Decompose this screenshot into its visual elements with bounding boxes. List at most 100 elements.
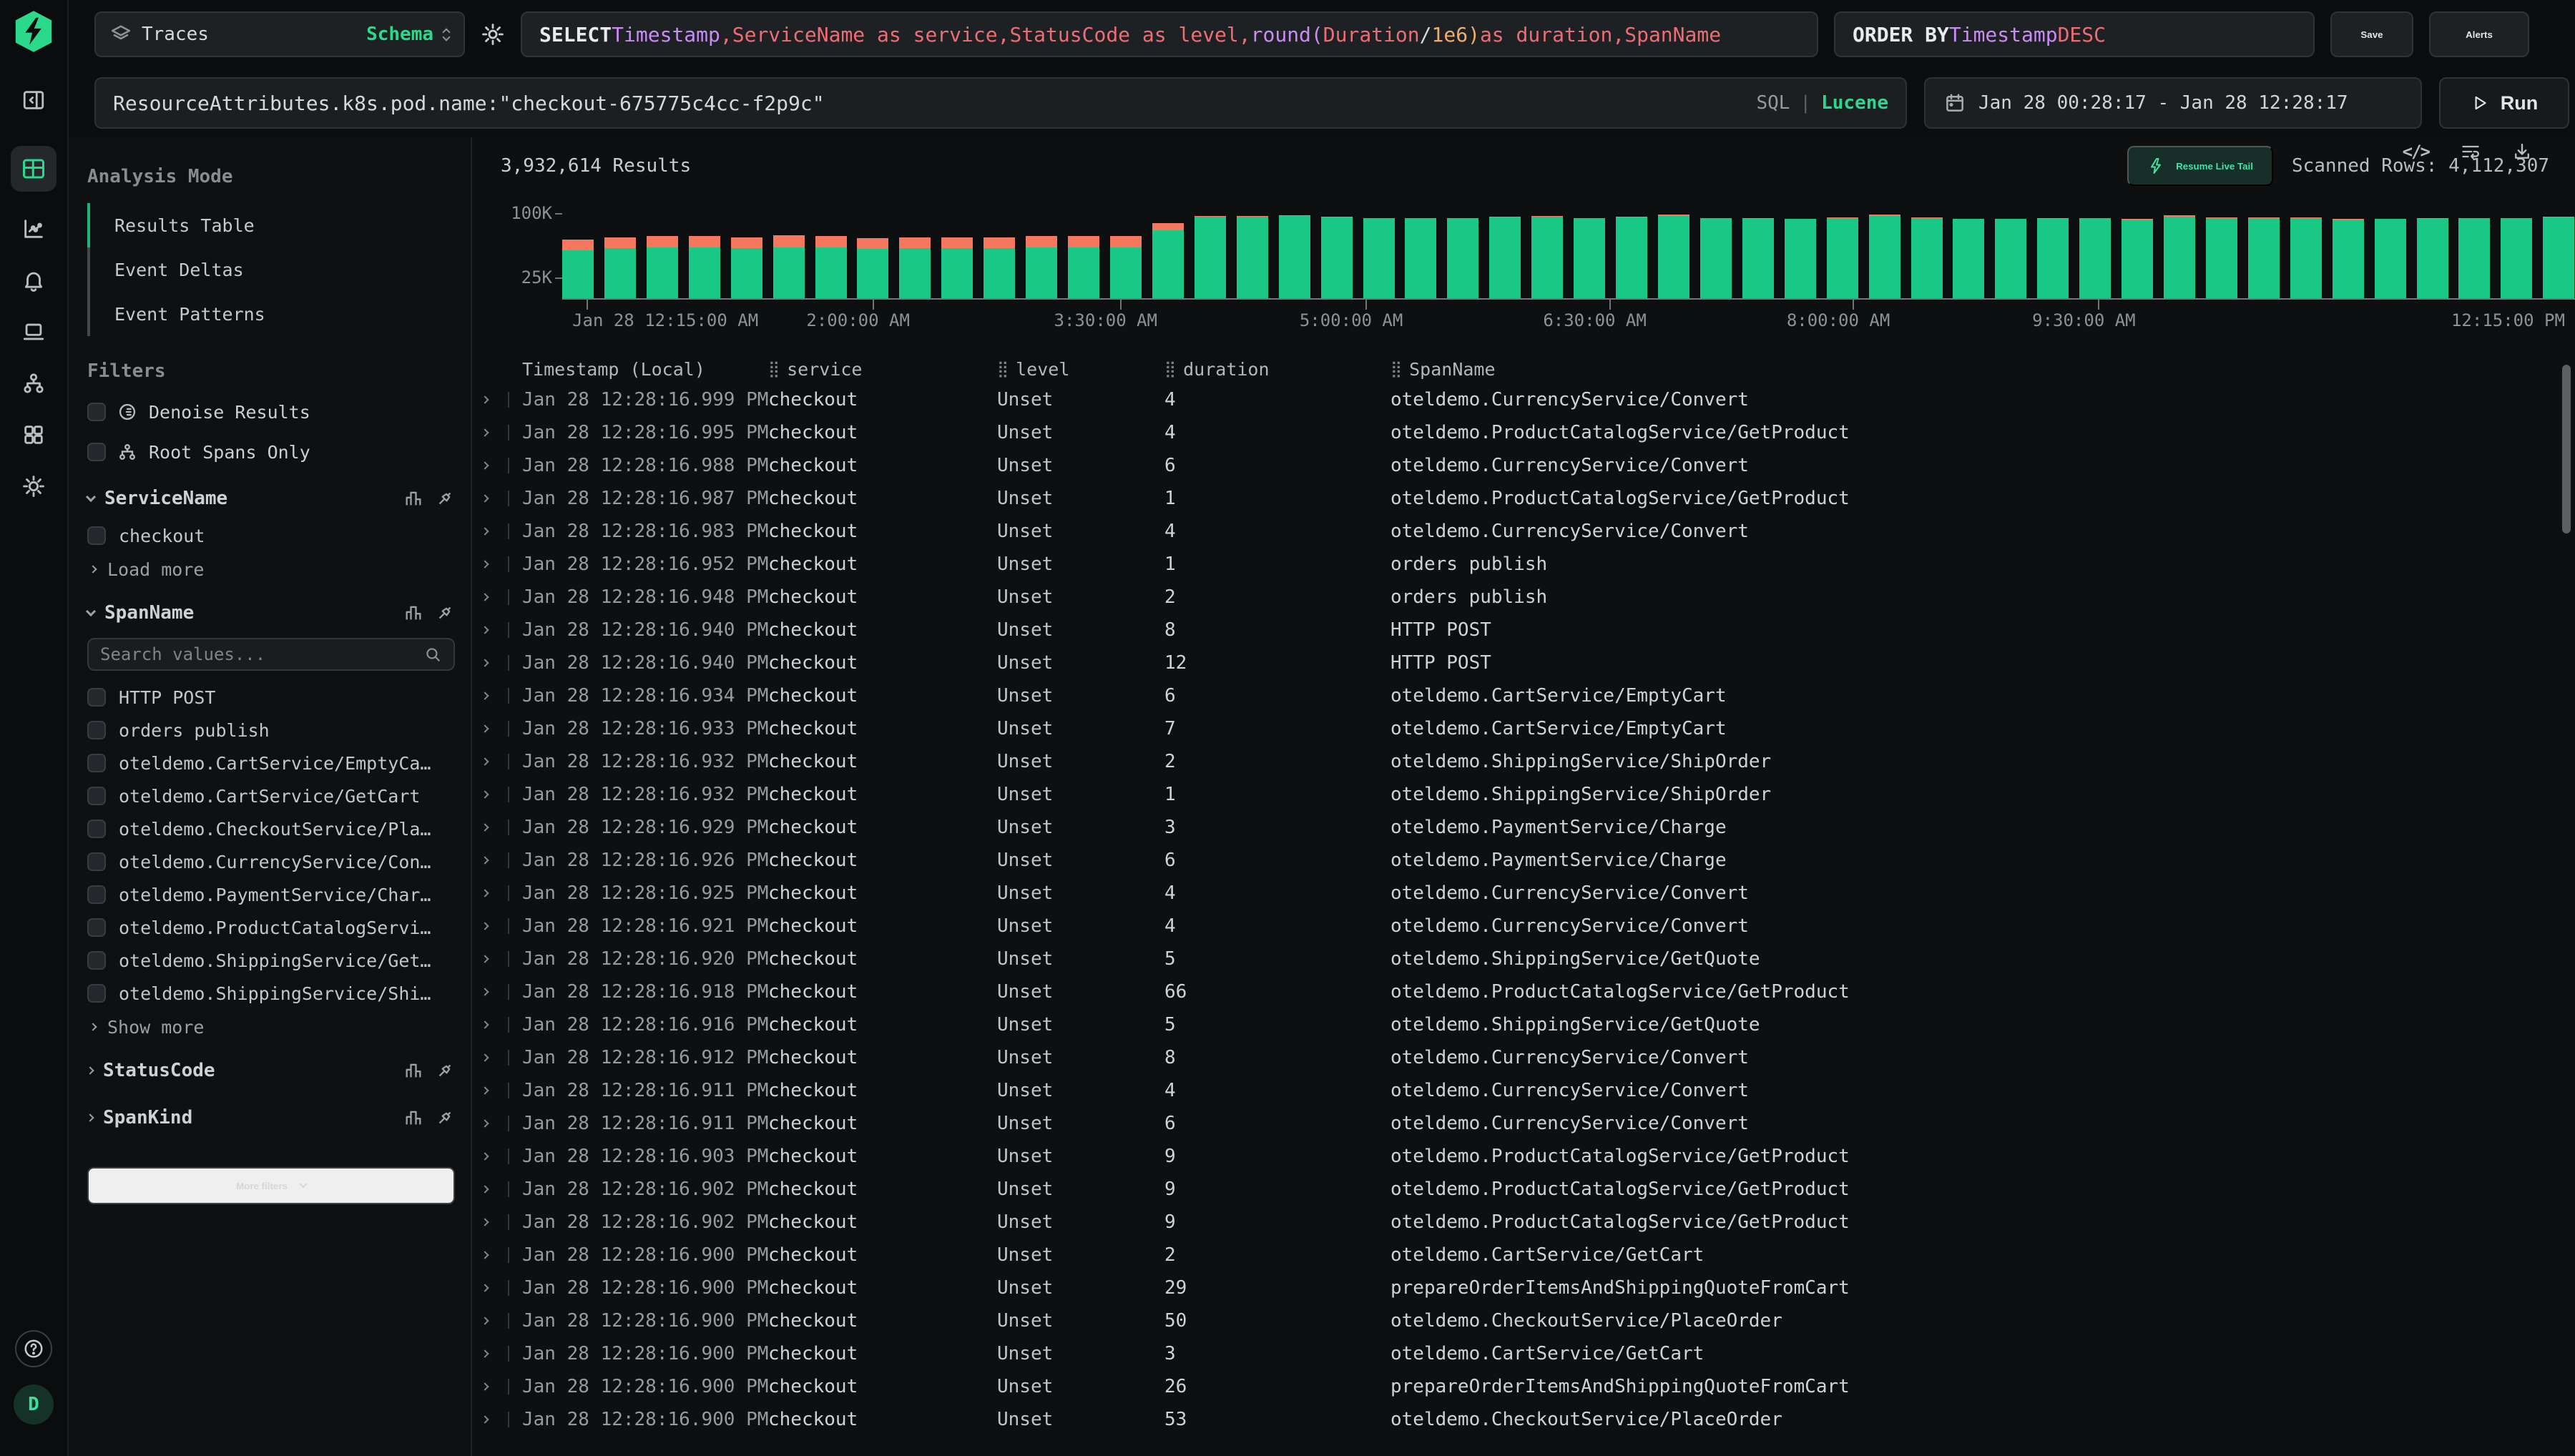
expand-chevron-icon[interactable] bbox=[481, 790, 489, 798]
table-row[interactable]: Jan 28 12:28:16.916 PMcheckoutUnset5otel… bbox=[472, 1008, 2575, 1041]
sidebar-item-sessions[interactable] bbox=[11, 312, 57, 352]
row-expand-cell[interactable] bbox=[472, 943, 516, 975]
row-expand-cell[interactable] bbox=[472, 1271, 516, 1304]
section-statuscode-header[interactable]: StatusCode bbox=[87, 1050, 455, 1091]
drag-handle-icon[interactable]: ⣿ bbox=[997, 360, 1009, 378]
checkbox[interactable] bbox=[87, 918, 106, 937]
spanname-value-row[interactable]: oteldemo.CartService/EmptyCa… bbox=[87, 747, 455, 779]
source-selector[interactable]: Traces Schema bbox=[94, 11, 465, 57]
expand-chevron-icon[interactable] bbox=[481, 823, 489, 831]
spanname-value-row[interactable]: oteldemo.PaymentService/Char… bbox=[87, 878, 455, 911]
drag-handle-icon[interactable]: ⣿ bbox=[768, 360, 780, 378]
row-expand-cell[interactable] bbox=[472, 1239, 516, 1271]
table-row[interactable]: Jan 28 12:28:16.921 PMcheckoutUnset4otel… bbox=[472, 910, 2575, 943]
expand-chevron-icon[interactable] bbox=[481, 1152, 489, 1160]
save-button[interactable]: Save bbox=[2330, 11, 2413, 57]
spanname-value-row[interactable]: oteldemo.ShippingService/Shi… bbox=[87, 977, 455, 1010]
row-expand-cell[interactable] bbox=[472, 745, 516, 778]
row-expand-cell[interactable] bbox=[472, 1107, 516, 1140]
table-row[interactable]: Jan 28 12:28:16.948 PMcheckoutUnset2orde… bbox=[472, 581, 2575, 614]
analysis-mode-item[interactable]: Results Table bbox=[87, 203, 455, 247]
row-expand-cell[interactable] bbox=[472, 449, 516, 482]
expand-chevron-icon[interactable] bbox=[481, 1185, 489, 1193]
table-row[interactable]: Jan 28 12:28:16.940 PMcheckoutUnset8HTTP… bbox=[472, 614, 2575, 646]
table-row[interactable]: Jan 28 12:28:16.932 PMcheckoutUnset2otel… bbox=[472, 745, 2575, 778]
expand-chevron-icon[interactable] bbox=[481, 889, 489, 897]
table-row[interactable]: Jan 28 12:28:16.952 PMcheckoutUnset1orde… bbox=[472, 548, 2575, 581]
resume-live-tail-button[interactable]: Resume Live Tail bbox=[2127, 146, 2273, 186]
table-row[interactable]: Jan 28 12:28:16.900 PMcheckoutUnset53ote… bbox=[472, 1403, 2575, 1436]
pin-icon[interactable] bbox=[435, 603, 455, 623]
spanname-value-row[interactable]: HTTP POST bbox=[87, 681, 455, 714]
row-expand-cell[interactable] bbox=[472, 1206, 516, 1239]
analysis-mode-item[interactable]: Event Patterns bbox=[87, 292, 455, 336]
checkbox[interactable] bbox=[87, 443, 106, 461]
table-row[interactable]: Jan 28 12:28:16.920 PMcheckoutUnset5otel… bbox=[472, 943, 2575, 975]
app-logo-icon[interactable] bbox=[13, 10, 54, 53]
spanname-value-row[interactable]: orders publish bbox=[87, 714, 455, 747]
table-row[interactable]: Jan 28 12:28:16.999 PMcheckoutUnset4otel… bbox=[472, 383, 2575, 416]
schema-mode-label[interactable]: Schema bbox=[366, 24, 433, 45]
drag-handle-icon[interactable]: ⣿ bbox=[1390, 360, 1402, 378]
row-expand-cell[interactable] bbox=[472, 1304, 516, 1337]
expand-chevron-icon[interactable] bbox=[481, 1218, 489, 1226]
table-row[interactable]: Jan 28 12:28:16.987 PMcheckoutUnset1otel… bbox=[472, 482, 2575, 515]
spanname-value-row[interactable]: oteldemo.CartService/GetCart bbox=[87, 779, 455, 812]
table-row[interactable]: Jan 28 12:28:16.983 PMcheckoutUnset4otel… bbox=[472, 515, 2575, 548]
bar-chart-icon[interactable] bbox=[403, 488, 423, 508]
bar-chart-icon[interactable] bbox=[403, 603, 423, 623]
pin-icon[interactable] bbox=[435, 1108, 455, 1128]
sidebar-item-service-map[interactable] bbox=[11, 363, 57, 403]
section-servicename-header[interactable]: ServiceName bbox=[87, 478, 455, 519]
table-row[interactable]: Jan 28 12:28:16.900 PMcheckoutUnset50ote… bbox=[472, 1304, 2575, 1337]
servicename-value-row[interactable]: checkout bbox=[87, 519, 455, 552]
sql-select-editor[interactable]: SELECT Timestamp, ServiceName as service… bbox=[521, 11, 1818, 57]
expand-chevron-icon[interactable] bbox=[481, 922, 489, 930]
table-row[interactable]: Jan 28 12:28:16.995 PMcheckoutUnset4otel… bbox=[472, 416, 2575, 449]
checkbox[interactable] bbox=[87, 984, 106, 1003]
sidebar-item-chart-explorer[interactable] bbox=[11, 209, 57, 249]
bar-chart-icon[interactable] bbox=[403, 1108, 423, 1128]
expand-chevron-icon[interactable] bbox=[481, 1349, 489, 1357]
row-expand-cell[interactable] bbox=[472, 581, 516, 614]
checkbox[interactable] bbox=[87, 754, 106, 772]
drag-handle-icon[interactable]: ⣿ bbox=[1164, 360, 1176, 378]
date-range-picker[interactable]: Jan 28 00:28:17 - Jan 28 12:28:17 bbox=[1924, 77, 2422, 129]
table-row[interactable]: Jan 28 12:28:16.911 PMcheckoutUnset4otel… bbox=[472, 1074, 2575, 1107]
row-expand-cell[interactable] bbox=[472, 712, 516, 745]
table-row[interactable]: Jan 28 12:28:16.903 PMcheckoutUnset9otel… bbox=[472, 1140, 2575, 1173]
column-header-spanname[interactable]: ⣿SpanName bbox=[1385, 359, 2575, 380]
language-toggle[interactable]: SQL | Lucene bbox=[1756, 92, 1888, 114]
sidebar-item-dashboards[interactable] bbox=[11, 415, 57, 455]
alerts-button[interactable]: Alerts bbox=[2429, 11, 2529, 57]
checkbox[interactable] bbox=[87, 688, 106, 707]
expand-chevron-icon[interactable] bbox=[481, 856, 489, 864]
row-expand-cell[interactable] bbox=[472, 679, 516, 712]
table-row[interactable]: Jan 28 12:28:16.912 PMcheckoutUnset8otel… bbox=[472, 1041, 2575, 1074]
row-expand-cell[interactable] bbox=[472, 778, 516, 811]
row-expand-cell[interactable] bbox=[472, 646, 516, 679]
table-row[interactable]: Jan 28 12:28:16.902 PMcheckoutUnset9otel… bbox=[472, 1173, 2575, 1206]
expand-chevron-icon[interactable] bbox=[481, 1053, 489, 1061]
table-row[interactable]: Jan 28 12:28:16.900 PMcheckoutUnset29pre… bbox=[472, 1271, 2575, 1304]
expand-chevron-icon[interactable] bbox=[481, 1086, 489, 1094]
user-avatar[interactable]: D bbox=[14, 1384, 54, 1425]
table-row[interactable]: Jan 28 12:28:16.934 PMcheckoutUnset6otel… bbox=[472, 679, 2575, 712]
spanname-show-more[interactable]: Show more bbox=[87, 1010, 455, 1044]
checkbox[interactable] bbox=[87, 885, 106, 904]
expand-chevron-icon[interactable] bbox=[481, 494, 489, 502]
expand-chevron-icon[interactable] bbox=[481, 692, 489, 699]
table-row[interactable]: Jan 28 12:28:16.925 PMcheckoutUnset4otel… bbox=[472, 877, 2575, 910]
expand-chevron-icon[interactable] bbox=[481, 757, 489, 765]
table-row[interactable]: Jan 28 12:28:16.932 PMcheckoutUnset1otel… bbox=[472, 778, 2575, 811]
section-spankind-header[interactable]: SpanKind bbox=[87, 1097, 455, 1138]
checkbox[interactable] bbox=[87, 721, 106, 739]
sidebar-item-alerts[interactable] bbox=[11, 260, 57, 300]
more-filters-button[interactable]: More filters bbox=[87, 1167, 455, 1204]
run-button[interactable]: Run bbox=[2439, 77, 2569, 129]
expand-chevron-icon[interactable] bbox=[481, 1119, 489, 1127]
row-expand-cell[interactable] bbox=[472, 515, 516, 548]
table-row[interactable]: Jan 28 12:28:16.900 PMcheckoutUnset3otel… bbox=[472, 1337, 2575, 1370]
row-expand-cell[interactable] bbox=[472, 1008, 516, 1041]
table-row[interactable]: Jan 28 12:28:16.933 PMcheckoutUnset7otel… bbox=[472, 712, 2575, 745]
